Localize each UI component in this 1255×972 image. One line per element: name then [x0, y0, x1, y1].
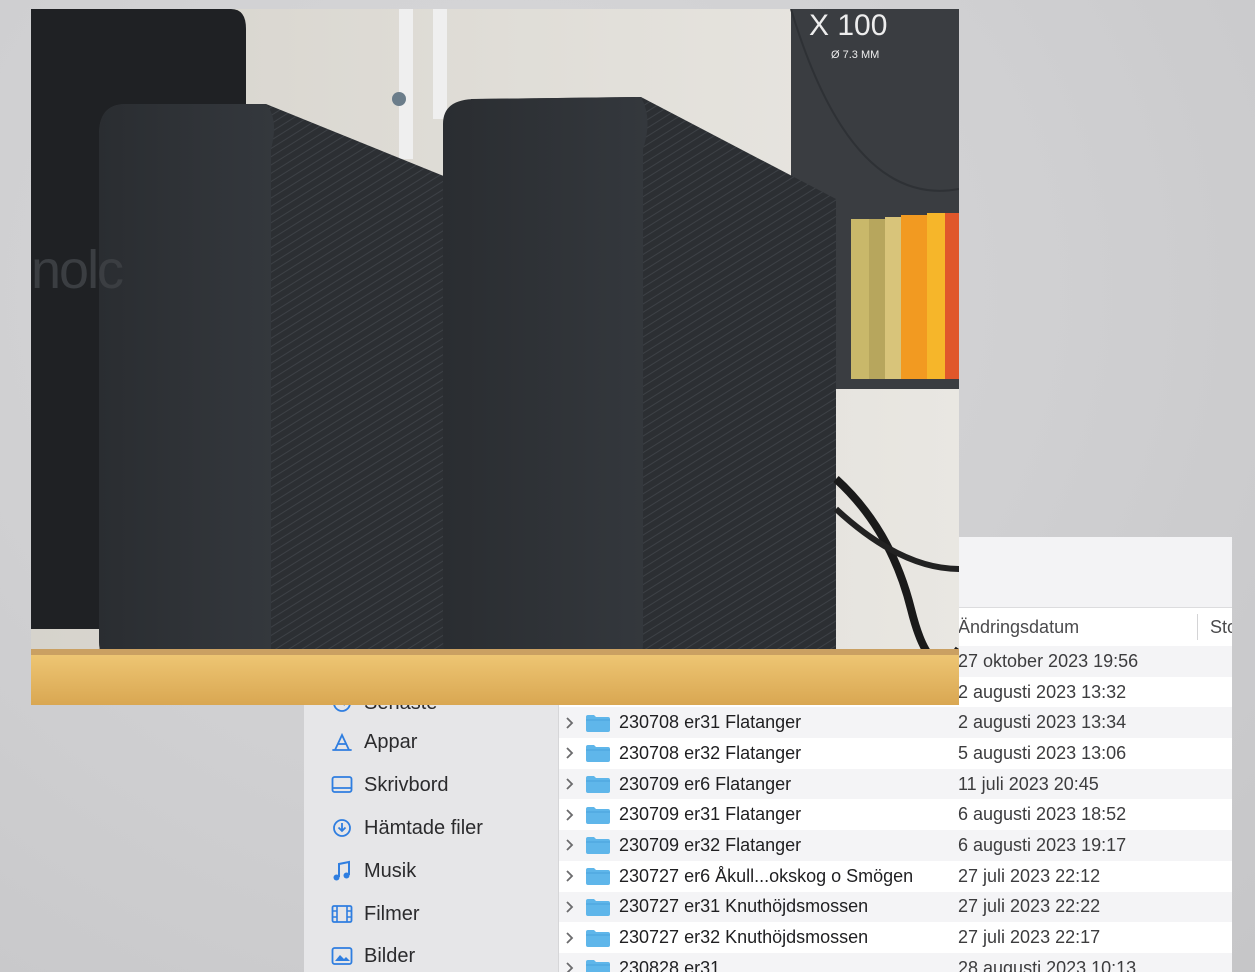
device-text: nolc — [31, 240, 124, 300]
row-date: 11 juli 2023 20:45 — [958, 773, 1099, 794]
sidebar-item-filmer[interactable]: Filmer — [304, 896, 558, 932]
sidebar-item-hamtade-filer[interactable]: Hämtade filer — [304, 810, 558, 846]
table-row[interactable]: 230727 er32 Knuthöjdsmossen 27 juli 2023… — [559, 922, 1232, 953]
row-date: 28 augusti 2023 10:13 — [958, 957, 1137, 972]
sidebar-item-musik[interactable]: Musik — [304, 853, 558, 889]
table-row[interactable]: 230709 er32 Flatanger 6 augusti 2023 19:… — [559, 830, 1232, 861]
sidebar-item-label: Musik — [364, 859, 417, 882]
two-black-external-drives-photo: X 100 Ø 7.3 MM nolc — [31, 9, 959, 705]
row-date: 2 augusti 2023 13:32 — [958, 681, 1127, 702]
table-row[interactable]: 230727 er31 Knuthöjdsmossen 27 juli 2023… — [559, 891, 1232, 923]
disclosure-chevron-icon[interactable] — [565, 838, 577, 852]
row-name: 230727 er6 Åkull...okskog o Smögen — [619, 865, 914, 886]
sidebar-item-label: Bilder — [364, 944, 416, 967]
row-name: 230727 er32 Knuthöjdsmossen — [619, 927, 869, 948]
apps-icon — [330, 730, 354, 754]
folder-icon — [586, 868, 610, 886]
row-name: 230708 er32 Flatanger — [619, 742, 802, 763]
row-name: 230709 er32 Flatanger — [619, 834, 802, 855]
desktop-icon — [330, 773, 354, 797]
box-text: X 100 — [809, 9, 888, 42]
row-name: 230828 er31 — [619, 957, 721, 972]
table-row[interactable]: 230828 er31 28 augusti 2023 10:13 — [559, 952, 1232, 972]
row-date: 27 oktober 2023 19:56 — [958, 650, 1139, 671]
disclosure-chevron-icon[interactable] — [565, 777, 577, 791]
row-name: 230708 er31 Flatanger — [619, 712, 802, 733]
folder-icon — [586, 806, 610, 824]
sidebar-item-skrivbord[interactable]: Skrivbord — [304, 767, 558, 803]
row-name: 230727 er31 Knuthöjdsmossen — [619, 896, 869, 917]
sidebar-item-label: Appar — [364, 730, 418, 753]
disclosure-chevron-icon[interactable] — [565, 869, 577, 883]
folder-icon — [586, 745, 610, 763]
row-date: 6 augusti 2023 18:52 — [958, 804, 1127, 825]
disclosure-chevron-icon[interactable] — [565, 961, 577, 972]
disclosure-chevron-icon[interactable] — [565, 900, 577, 914]
column-size[interactable]: Sto — [1210, 617, 1232, 638]
folder-icon — [586, 776, 610, 794]
sidebar-item-appar[interactable]: Appar — [304, 724, 558, 760]
table-row[interactable]: 230708 er32 Flatanger 5 augusti 2023 13:… — [559, 738, 1232, 769]
photo-illustration — [31, 9, 959, 705]
sidebar-item-bilder[interactable]: Bilder — [304, 938, 558, 972]
row-date: 2 augusti 2023 13:34 — [958, 712, 1127, 733]
music-icon — [330, 859, 354, 883]
folder-icon — [586, 929, 610, 947]
folder-icon — [586, 837, 610, 855]
row-date: 6 augusti 2023 19:17 — [958, 834, 1127, 855]
table-row[interactable]: 230709 er6 Flatanger 11 juli 2023 20:45 — [559, 768, 1232, 800]
table-row[interactable]: 230709 er31 Flatanger 6 augusti 2023 18:… — [559, 799, 1232, 830]
row-date: 27 juli 2023 22:22 — [958, 896, 1101, 917]
folder-icon — [586, 714, 610, 732]
disclosure-chevron-icon[interactable] — [565, 808, 577, 822]
film-icon — [330, 902, 354, 926]
download-icon — [330, 816, 354, 840]
disclosure-chevron-icon[interactable] — [565, 716, 577, 730]
box-subtext: Ø 7.3 MM — [831, 49, 880, 61]
pictures-icon — [330, 944, 354, 968]
sidebar-item-label: Filmer — [364, 902, 420, 925]
folder-icon — [586, 898, 610, 916]
column-date[interactable]: Ändringsdatum — [958, 617, 1079, 638]
row-date: 5 augusti 2023 13:06 — [958, 742, 1127, 763]
disclosure-chevron-icon[interactable] — [565, 931, 577, 945]
table-row[interactable]: 230708 er31 Flatanger 2 augusti 2023 13:… — [559, 707, 1232, 739]
sidebar-item-label: Skrivbord — [364, 773, 449, 796]
sidebar-item-label: Hämtade filer — [364, 816, 483, 839]
folder-icon — [586, 960, 610, 972]
row-name: 230709 er31 Flatanger — [619, 804, 802, 825]
table-row[interactable]: 230727 er6 Åkull...okskog o Smögen 27 ju… — [559, 861, 1232, 892]
disclosure-chevron-icon[interactable] — [565, 746, 577, 760]
row-date: 27 juli 2023 22:12 — [958, 865, 1101, 886]
row-name: 230709 er6 Flatanger — [619, 773, 792, 794]
row-date: 27 juli 2023 22:17 — [958, 927, 1101, 948]
column-divider — [1197, 614, 1198, 640]
